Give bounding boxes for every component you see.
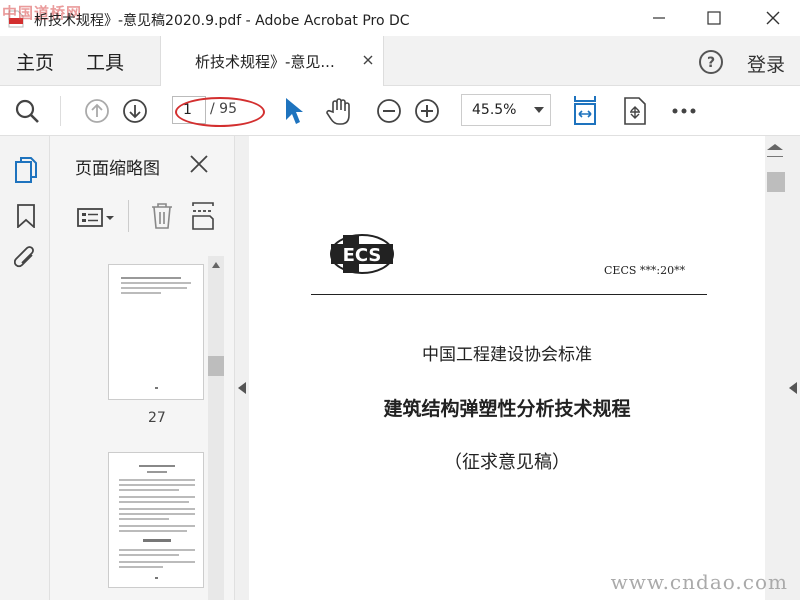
thumbnail-scrollbar-thumb[interactable] — [208, 356, 224, 376]
maximize-button[interactable] — [707, 11, 721, 25]
zoom-select[interactable]: 45.5% — [461, 94, 551, 126]
zoom-out-icon[interactable] — [376, 98, 402, 124]
hand-tool-icon[interactable] — [326, 96, 354, 126]
svg-text:?: ? — [707, 55, 715, 71]
tab-home[interactable]: 主页 — [16, 48, 54, 75]
collapse-left-arrow-icon[interactable] — [238, 382, 246, 394]
page-nav-arrow-icon[interactable] — [789, 382, 797, 394]
page-thumbnails-icon[interactable] — [14, 156, 38, 184]
thumbnail-page-label: 27 — [148, 410, 166, 426]
delete-page-icon[interactable] — [150, 202, 174, 230]
document-subtitle: （征求意见稿） — [444, 452, 570, 473]
document-title: 建筑结构弹塑性分析技术规程 — [383, 398, 631, 420]
next-page-icon[interactable] — [122, 98, 148, 124]
scroll-up-arrow-icon[interactable] — [767, 144, 783, 150]
page-highlight-oval — [175, 97, 265, 127]
window-title: 析技术规程》-意见稿2020.9.pdf - Adobe Acrobat Pro… — [34, 13, 410, 29]
select-pointer-icon[interactable] — [284, 96, 304, 126]
header-rule — [311, 294, 707, 295]
close-window-button[interactable] — [766, 11, 780, 25]
toolbar-divider — [60, 96, 61, 126]
thumbnail-page-next[interactable] — [108, 452, 204, 588]
document-scrollbar[interactable] — [765, 136, 800, 600]
minimize-button[interactable] — [652, 11, 666, 25]
collapse-pane-strip[interactable] — [235, 136, 249, 600]
search-icon[interactable] — [14, 98, 40, 124]
zoom-value: 45.5% — [472, 102, 517, 118]
chevron-down-icon — [534, 107, 544, 113]
login-link[interactable]: 登录 — [747, 50, 785, 77]
document-view: ECS CECS ***:20** 中国工程建设协会标准 建筑结构弹塑性分析技术… — [249, 136, 765, 600]
previous-page-icon[interactable] — [84, 98, 110, 124]
help-icon[interactable]: ? — [698, 49, 724, 75]
thumbnail-pane: 页面缩略图 27 — [50, 136, 235, 600]
tab-bar: 主页 工具 析技术规程》-意见... ? 登录 — [0, 36, 800, 86]
tab-document[interactable]: 析技术规程》-意见... — [160, 36, 384, 86]
doc-tab-label: 析技术规程》-意见... — [195, 53, 335, 71]
thumbnail-scrollbar-track[interactable] — [208, 256, 224, 600]
toolbar: 1 / 95 45.5% — [0, 86, 800, 136]
ecs-logo-text: ECS — [343, 245, 382, 266]
extract-page-icon[interactable] — [190, 202, 216, 230]
zoom-in-icon[interactable] — [414, 98, 440, 124]
title-bar: 中国道桥网 析技术规程》-意见稿2020.9.pdf - Adobe Acrob… — [0, 0, 800, 36]
tab-tools[interactable]: 工具 — [86, 48, 124, 75]
thumbnail-page-27[interactable] — [108, 264, 204, 400]
more-options-icon[interactable] — [672, 108, 696, 114]
thumbnail-options-icon[interactable] — [77, 206, 115, 228]
scroll-arrow-underline — [767, 156, 783, 157]
bookmark-icon[interactable] — [16, 204, 36, 228]
watermark-bottom: www.cndao.com — [610, 570, 788, 594]
thumb-toolbar-divider — [128, 200, 129, 232]
close-tab-icon[interactable] — [363, 55, 373, 65]
thumbnail-pane-title: 页面缩略图 — [75, 159, 160, 179]
ecs-logo: ECS — [329, 232, 395, 280]
fit-page-icon[interactable] — [572, 94, 598, 128]
organization-title: 中国工程建设协会标准 — [422, 345, 592, 365]
left-rail — [0, 136, 50, 600]
scroll-up-arrow-icon[interactable] — [212, 262, 220, 268]
close-pane-icon[interactable] — [190, 155, 208, 173]
standard-code: CECS ***:20** — [604, 264, 686, 277]
document-scrollbar-thumb[interactable] — [767, 172, 785, 192]
rotate-page-icon[interactable] — [622, 96, 648, 126]
attachment-icon[interactable] — [14, 246, 38, 272]
